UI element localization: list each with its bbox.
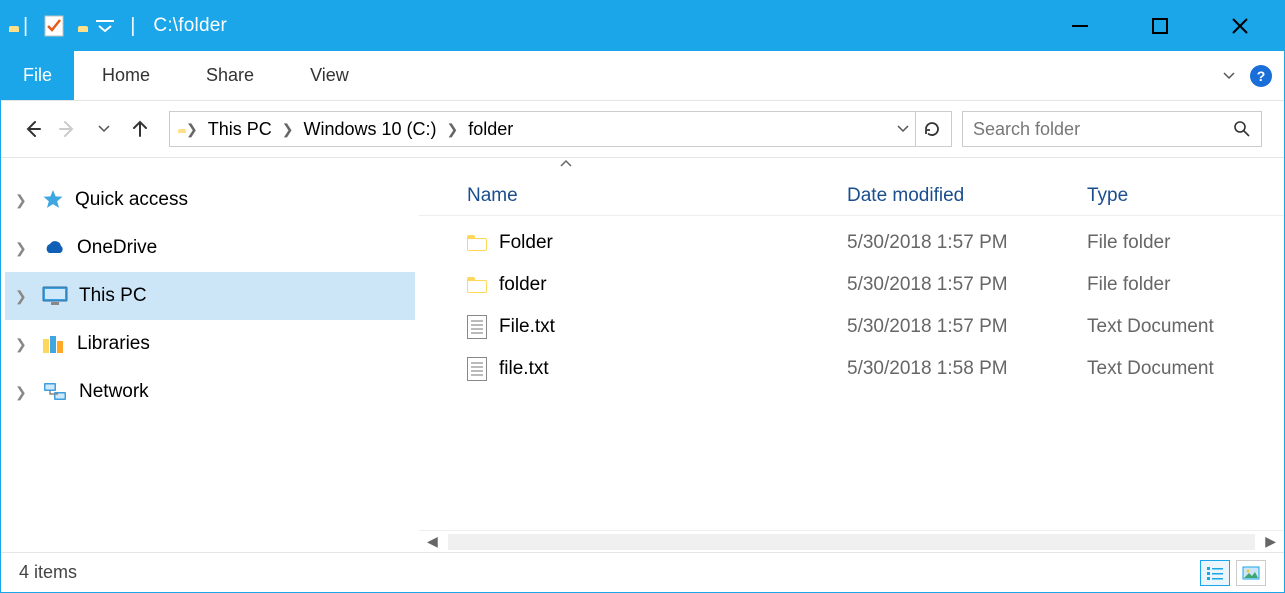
file-date: 5/30/2018 1:57 PM <box>839 274 1079 296</box>
status-item-count: 4 items <box>19 562 77 583</box>
chevron-right-icon[interactable]: ❯ <box>15 336 31 353</box>
file-date: 5/30/2018 1:58 PM <box>839 358 1079 380</box>
ribbon-expand-icon[interactable] <box>1214 67 1244 85</box>
file-name: file.txt <box>499 358 549 380</box>
file-name: Folder <box>499 232 553 254</box>
window-title: C:\folder <box>153 15 227 37</box>
table-row[interactable]: Folder 5/30/2018 1:57 PMFile folder <box>419 222 1284 264</box>
navigation-bar: ❯ This PC ❯ Windows 10 (C:) ❯ folder Sea… <box>1 101 1284 157</box>
star-icon <box>41 188 65 212</box>
forward-button[interactable] <box>51 112 85 146</box>
properties-icon[interactable] <box>42 14 66 38</box>
table-row[interactable]: file.txt 5/30/2018 1:58 PMText Document <box>419 348 1284 390</box>
tab-share[interactable]: Share <box>178 51 282 100</box>
close-button[interactable] <box>1200 1 1280 51</box>
file-type: File folder <box>1079 274 1284 296</box>
qat-customize-icon[interactable] <box>94 19 116 33</box>
table-row[interactable]: folder 5/30/2018 1:57 PMFile folder <box>419 264 1284 306</box>
refresh-button[interactable] <box>915 112 947 146</box>
ribbon: File Home Share View ? <box>1 51 1284 101</box>
minimize-button[interactable] <box>1040 1 1120 51</box>
file-type: File folder <box>1079 232 1284 254</box>
sidebar-item-libraries[interactable]: ❯ Libraries <box>5 320 415 368</box>
column-header-name[interactable]: Name <box>459 185 839 207</box>
breadcrumb-segment[interactable]: Windows 10 (C:) <box>297 119 442 140</box>
tab-home[interactable]: Home <box>74 51 178 100</box>
quick-access-toolbar: | | <box>9 14 137 38</box>
column-headers: Name Date modified Type <box>419 176 1284 216</box>
search-input[interactable]: Search folder <box>962 111 1262 147</box>
help-icon[interactable]: ? <box>1250 65 1272 87</box>
separator: | <box>130 15 135 38</box>
back-button[interactable] <box>15 112 49 146</box>
column-sort-indicator-icon <box>419 158 1284 176</box>
monitor-icon <box>41 285 69 307</box>
up-button[interactable] <box>123 112 157 146</box>
file-list-pane: Name Date modified Type Folder 5/30/2018 … <box>419 158 1284 552</box>
search-placeholder: Search folder <box>973 119 1233 140</box>
chevron-right-icon[interactable]: ❯ <box>443 121 463 138</box>
column-header-type[interactable]: Type <box>1079 185 1284 207</box>
chevron-right-icon[interactable]: ❯ <box>15 240 31 257</box>
scroll-left-icon[interactable]: ◀ <box>427 533 438 550</box>
sidebar-item-network[interactable]: ❯ Network <box>5 368 415 416</box>
maximize-button[interactable] <box>1120 1 1200 51</box>
file-name: folder <box>499 274 547 296</box>
address-bar[interactable]: ❯ This PC ❯ Windows 10 (C:) ❯ folder <box>169 111 952 147</box>
window-titlebar: | | C:\folder <box>1 1 1284 51</box>
file-type: Text Document <box>1079 358 1284 380</box>
chevron-right-icon[interactable]: ❯ <box>278 121 298 138</box>
tab-view[interactable]: View <box>282 51 377 100</box>
text-file-icon <box>467 315 487 339</box>
file-date: 5/30/2018 1:57 PM <box>839 316 1079 338</box>
sidebar-item-label: Libraries <box>77 333 150 355</box>
libraries-icon <box>41 333 67 355</box>
sidebar-item-label: OneDrive <box>77 237 157 259</box>
sidebar-item-label: This PC <box>79 285 147 307</box>
navigation-pane: ❯ Quick access ❯ OneDrive ❯ This PC ❯ <box>1 158 419 552</box>
text-file-icon <box>467 357 487 381</box>
sidebar-item-label: Network <box>79 381 149 403</box>
chevron-right-icon[interactable]: ❯ <box>15 384 31 401</box>
breadcrumb-segment[interactable]: folder <box>462 119 519 140</box>
file-type: Text Document <box>1079 316 1284 338</box>
address-history-dropdown[interactable] <box>891 124 915 134</box>
recent-locations-button[interactable] <box>87 112 121 146</box>
separator: | <box>23 15 28 38</box>
cloud-icon <box>41 238 67 258</box>
folder-icon <box>467 235 487 251</box>
table-row[interactable]: File.txt 5/30/2018 1:57 PMText Document <box>419 306 1284 348</box>
horizontal-scrollbar[interactable]: ◀ ▶ <box>419 530 1284 552</box>
sidebar-item-onedrive[interactable]: ❯ OneDrive <box>5 224 415 272</box>
sidebar-item-this-pc[interactable]: ❯ This PC <box>5 272 415 320</box>
chevron-right-icon[interactable]: ❯ <box>15 288 31 305</box>
network-icon <box>41 381 69 403</box>
chevron-right-icon[interactable]: ❯ <box>15 192 31 209</box>
file-tab[interactable]: File <box>1 51 74 100</box>
search-icon <box>1233 120 1251 138</box>
file-date: 5/30/2018 1:57 PM <box>839 232 1079 254</box>
folder-icon <box>467 277 487 293</box>
column-header-date[interactable]: Date modified <box>839 185 1079 207</box>
thumbnails-view-button[interactable] <box>1236 560 1266 586</box>
file-name: File.txt <box>499 316 555 338</box>
details-view-button[interactable] <box>1200 560 1230 586</box>
sidebar-item-quick-access[interactable]: ❯ Quick access <box>5 176 415 224</box>
breadcrumb-segment[interactable]: This PC <box>202 119 278 140</box>
scroll-right-icon[interactable]: ▶ <box>1265 533 1276 550</box>
status-bar: 4 items <box>1 552 1284 592</box>
sidebar-item-label: Quick access <box>75 189 188 211</box>
